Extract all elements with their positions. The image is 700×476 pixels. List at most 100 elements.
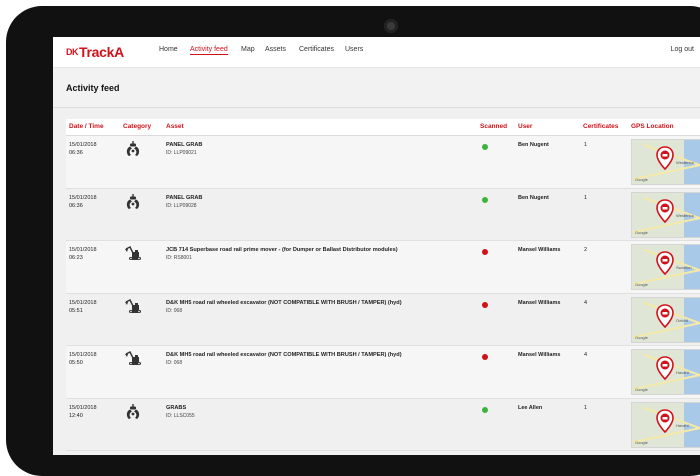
logout-link[interactable]: Log out <box>671 46 694 53</box>
page-header: Activity feed <box>53 69 700 108</box>
row-date: 15/01/2018 <box>69 142 97 148</box>
table-body: 15/01/2018 06:36 PANEL GRAB ID: LLP09021… <box>66 136 700 451</box>
row-date: 15/01/2018 <box>69 194 97 201</box>
asset-name[interactable]: PANEL GRAB <box>166 194 471 202</box>
asset-name[interactable]: JCB 714 Superbase road rail prime mover … <box>166 246 471 254</box>
row-time: 05:50 <box>69 360 83 366</box>
table-header: Date / Time Category Asset Scanned User … <box>66 119 700 136</box>
nav-map[interactable]: Map <box>241 46 255 53</box>
map-attribution: Google <box>635 177 648 182</box>
logo-mark: DK <box>66 47 79 57</box>
asset-id: ID: LLP09021 <box>166 150 197 156</box>
map-town-label: Westerloo <box>676 212 694 218</box>
camera-icon <box>384 19 398 33</box>
row-certificates[interactable]: 2 <box>584 246 587 254</box>
asset-id: ID: LLP09028 <box>166 202 197 209</box>
row-user: Lee Allen <box>518 404 543 411</box>
row-certificates[interactable]: 4 <box>584 351 587 359</box>
asset-name[interactable]: GRABS <box>166 404 471 412</box>
excavator-icon <box>125 246 141 260</box>
map-pin-icon <box>656 356 674 380</box>
table-row[interactable]: 15/01/2018 12:40 GRABS ID: LLSC055 Lee A… <box>66 398 700 451</box>
row-user: Mansel Williams <box>518 247 561 253</box>
asset-id: ID: 068 <box>166 360 183 366</box>
row-time: 06:23 <box>69 255 83 261</box>
row-date: 15/01/2018 <box>69 247 97 253</box>
col-date-time[interactable]: Date / Time <box>69 123 104 130</box>
nav-activity-feed[interactable]: Activity feed <box>190 46 228 55</box>
row-time: 06:36 <box>69 202 83 209</box>
map-attribution: Google <box>635 282 648 287</box>
map-attribution: Google <box>635 229 648 235</box>
col-asset[interactable]: Asset <box>166 123 184 130</box>
table-row[interactable]: 15/01/2018 05:50 D&K MH5 road rail wheel… <box>66 346 700 399</box>
gps-map-thumbnail[interactable]: Westerloo Google <box>631 191 700 238</box>
gps-map-thumbnail[interactable]: Havant Google <box>631 401 700 448</box>
scanned-indicator <box>482 249 488 255</box>
map-town-label: Oxford <box>676 317 689 323</box>
asset-id: ID: RS8001 <box>166 255 192 261</box>
row-time: 05:51 <box>69 307 83 314</box>
table-row[interactable]: 15/01/2018 06:23 JCB 714 Superbase road … <box>66 241 700 294</box>
col-gps-location[interactable]: GPS Location <box>631 123 674 130</box>
row-certificates[interactable]: 4 <box>584 299 587 307</box>
row-time: 06:36 <box>69 150 83 156</box>
map-attribution: Google <box>635 334 648 340</box>
logo-text: TrackA <box>79 44 124 60</box>
map-pin-icon <box>656 303 674 328</box>
asset-id: ID: 068 <box>166 307 183 314</box>
gps-map-thumbnail[interactable]: Oxford Google <box>631 296 700 343</box>
asset-name[interactable]: D&K MH5 road rail wheeled excavator (NOT… <box>166 299 471 307</box>
row-date: 15/01/2018 <box>69 299 97 306</box>
row-date: 15/01/2018 <box>69 404 97 411</box>
row-certificates[interactable]: 1 <box>584 141 587 149</box>
row-certificates[interactable]: 1 <box>584 404 587 412</box>
excavator-icon <box>125 298 141 313</box>
col-category[interactable]: Category <box>123 123 151 130</box>
nav-home[interactable]: Home <box>159 46 178 53</box>
map-town-label: Havant <box>676 422 689 428</box>
row-user: Mansel Williams <box>518 352 561 358</box>
nav-assets[interactable]: Assets <box>265 46 286 53</box>
top-nav: DK TrackA Home Activity feed Map Assets … <box>53 37 700 68</box>
app-screen: DK TrackA Home Activity feed Map Assets … <box>53 37 700 455</box>
col-scanned[interactable]: Scanned <box>480 123 507 130</box>
col-user[interactable]: User <box>518 123 532 130</box>
row-time: 12:40 <box>69 412 83 419</box>
row-user: Ben Nugent <box>518 194 549 201</box>
asset-id: ID: LLSC055 <box>166 412 195 419</box>
scanned-indicator <box>482 144 488 150</box>
grab-icon <box>126 403 140 419</box>
row-date: 15/01/2018 <box>69 352 97 358</box>
table-row[interactable]: 15/01/2018 06:36 PANEL GRAB ID: LLP09028… <box>66 188 700 241</box>
nav-certificates[interactable]: Certificates <box>299 46 334 53</box>
map-town-label: Swanton <box>676 265 692 270</box>
gps-map-thumbnail[interactable]: Westerloo Google <box>631 139 700 185</box>
gps-map-thumbnail[interactable]: Swanton Google <box>631 244 700 290</box>
gps-map-thumbnail[interactable]: Havant Google <box>631 349 700 395</box>
asset-name[interactable]: D&K MH5 road rail wheeled excavator (NOT… <box>166 351 471 359</box>
excavator-icon <box>125 351 141 365</box>
grab-icon <box>126 193 140 209</box>
map-pin-icon <box>656 251 674 275</box>
scanned-indicator <box>482 196 488 203</box>
row-user: Ben Nugent <box>518 142 549 148</box>
scanned-indicator <box>482 301 488 308</box>
col-certificates[interactable]: Certificates <box>583 123 618 130</box>
table-row[interactable]: 15/01/2018 06:36 PANEL GRAB ID: LLP09021… <box>66 136 700 189</box>
map-pin-icon <box>656 146 674 170</box>
map-pin-icon <box>656 198 674 223</box>
page-title: Activity feed <box>66 83 120 93</box>
row-user: Mansel Williams <box>518 299 561 306</box>
nav-users[interactable]: Users <box>345 46 363 53</box>
map-pin-icon <box>656 408 674 433</box>
grab-icon <box>126 141 140 156</box>
asset-name[interactable]: PANEL GRAB <box>166 141 471 149</box>
map-attribution: Google <box>635 439 648 445</box>
table-row[interactable]: 15/01/2018 05:51 D&K MH5 road rail wheel… <box>66 293 700 346</box>
row-certificates[interactable]: 1 <box>584 194 587 202</box>
activity-table: Date / Time Category Asset Scanned User … <box>66 119 700 451</box>
map-attribution: Google <box>635 387 648 392</box>
map-town-label: Westerloo <box>676 160 694 165</box>
logo[interactable]: DK TrackA <box>66 44 124 60</box>
